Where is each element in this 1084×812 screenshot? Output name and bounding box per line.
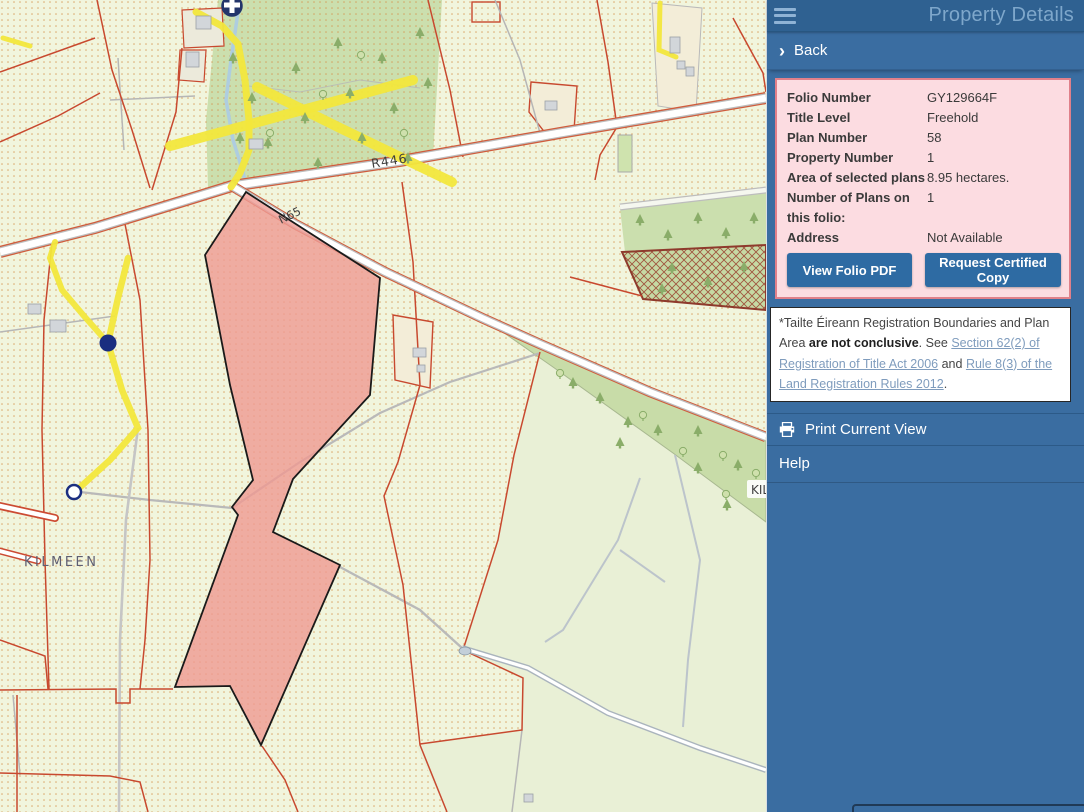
disclaimer-mid: . See xyxy=(919,336,952,350)
property-row-folio: Folio Number GY129664F xyxy=(787,88,1061,108)
back-button[interactable]: › Back xyxy=(767,32,1084,70)
property-row-plan-number: Plan Number 58 xyxy=(787,128,1061,148)
sidebar-header: Property Details xyxy=(767,0,1084,32)
collapsed-bottom-panel[interactable] xyxy=(852,804,1084,812)
print-label: Print Current View xyxy=(805,421,926,438)
property-row-area: Area of selected plans 8.95 hectares. xyxy=(787,168,1061,188)
townland-label-partial: KIL xyxy=(751,483,766,497)
printer-icon xyxy=(779,422,795,437)
property-details-sidebar: Property Details › Back Folio Number GY1… xyxy=(766,0,1084,812)
page-title: Property Details xyxy=(796,4,1084,27)
property-row-plan-count: Number of Plans on this folio: 1 xyxy=(787,188,1061,228)
row-value: Freehold xyxy=(927,108,1061,128)
row-value: 58 xyxy=(927,128,1061,148)
chevron-right-icon: › xyxy=(779,42,785,60)
boundaries-disclaimer: *Tailte Éireann Registration Boundaries … xyxy=(770,307,1071,402)
help-button[interactable]: Help xyxy=(767,446,1084,483)
property-row-property-number: Property Number 1 xyxy=(787,148,1061,168)
panel-buttons: View Folio PDF Request Certified Copy xyxy=(787,253,1061,287)
print-current-view-button[interactable]: Print Current View xyxy=(767,413,1084,446)
row-value: 1 xyxy=(927,188,1061,228)
church-icon xyxy=(222,0,242,16)
townland-label-kilmeen: KILMEEN xyxy=(24,555,98,570)
row-label: Number of Plans on this folio: xyxy=(787,188,927,228)
app-window: R446 N65 KILMEEN KIL Property Details › … xyxy=(0,0,1084,812)
row-label: Property Number xyxy=(787,148,927,168)
disclaimer-suffix: . xyxy=(944,377,947,391)
row-label: Plan Number xyxy=(787,128,927,148)
row-value: 8.95 hectares. xyxy=(927,168,1061,188)
row-label: Address xyxy=(787,228,927,248)
view-folio-pdf-button[interactable]: View Folio PDF xyxy=(787,253,912,287)
map-canvas[interactable]: R446 N65 KILMEEN KIL xyxy=(0,0,766,812)
row-label: Folio Number xyxy=(787,88,927,108)
disclaimer-and: and xyxy=(938,357,966,371)
row-label: Area of selected plans xyxy=(787,168,927,188)
property-row-title-level: Title Level Freehold xyxy=(787,108,1061,128)
map-point-marker-filled xyxy=(100,335,117,352)
row-value: GY129664F xyxy=(927,88,1061,108)
property-info-panel: Folio Number GY129664F Title Level Freeh… xyxy=(775,78,1071,299)
back-label: Back xyxy=(794,42,827,59)
hamburger-menu-icon[interactable] xyxy=(774,8,796,24)
disclaimer-bold: are not conclusive xyxy=(809,336,919,350)
row-label: Title Level xyxy=(787,108,927,128)
map-point-marker-open xyxy=(67,485,81,499)
row-value: Not Available xyxy=(927,228,1061,248)
property-row-address: Address Not Available xyxy=(787,228,1061,248)
request-certified-copy-button[interactable]: Request Certified Copy xyxy=(925,253,1061,287)
row-value: 1 xyxy=(927,148,1061,168)
